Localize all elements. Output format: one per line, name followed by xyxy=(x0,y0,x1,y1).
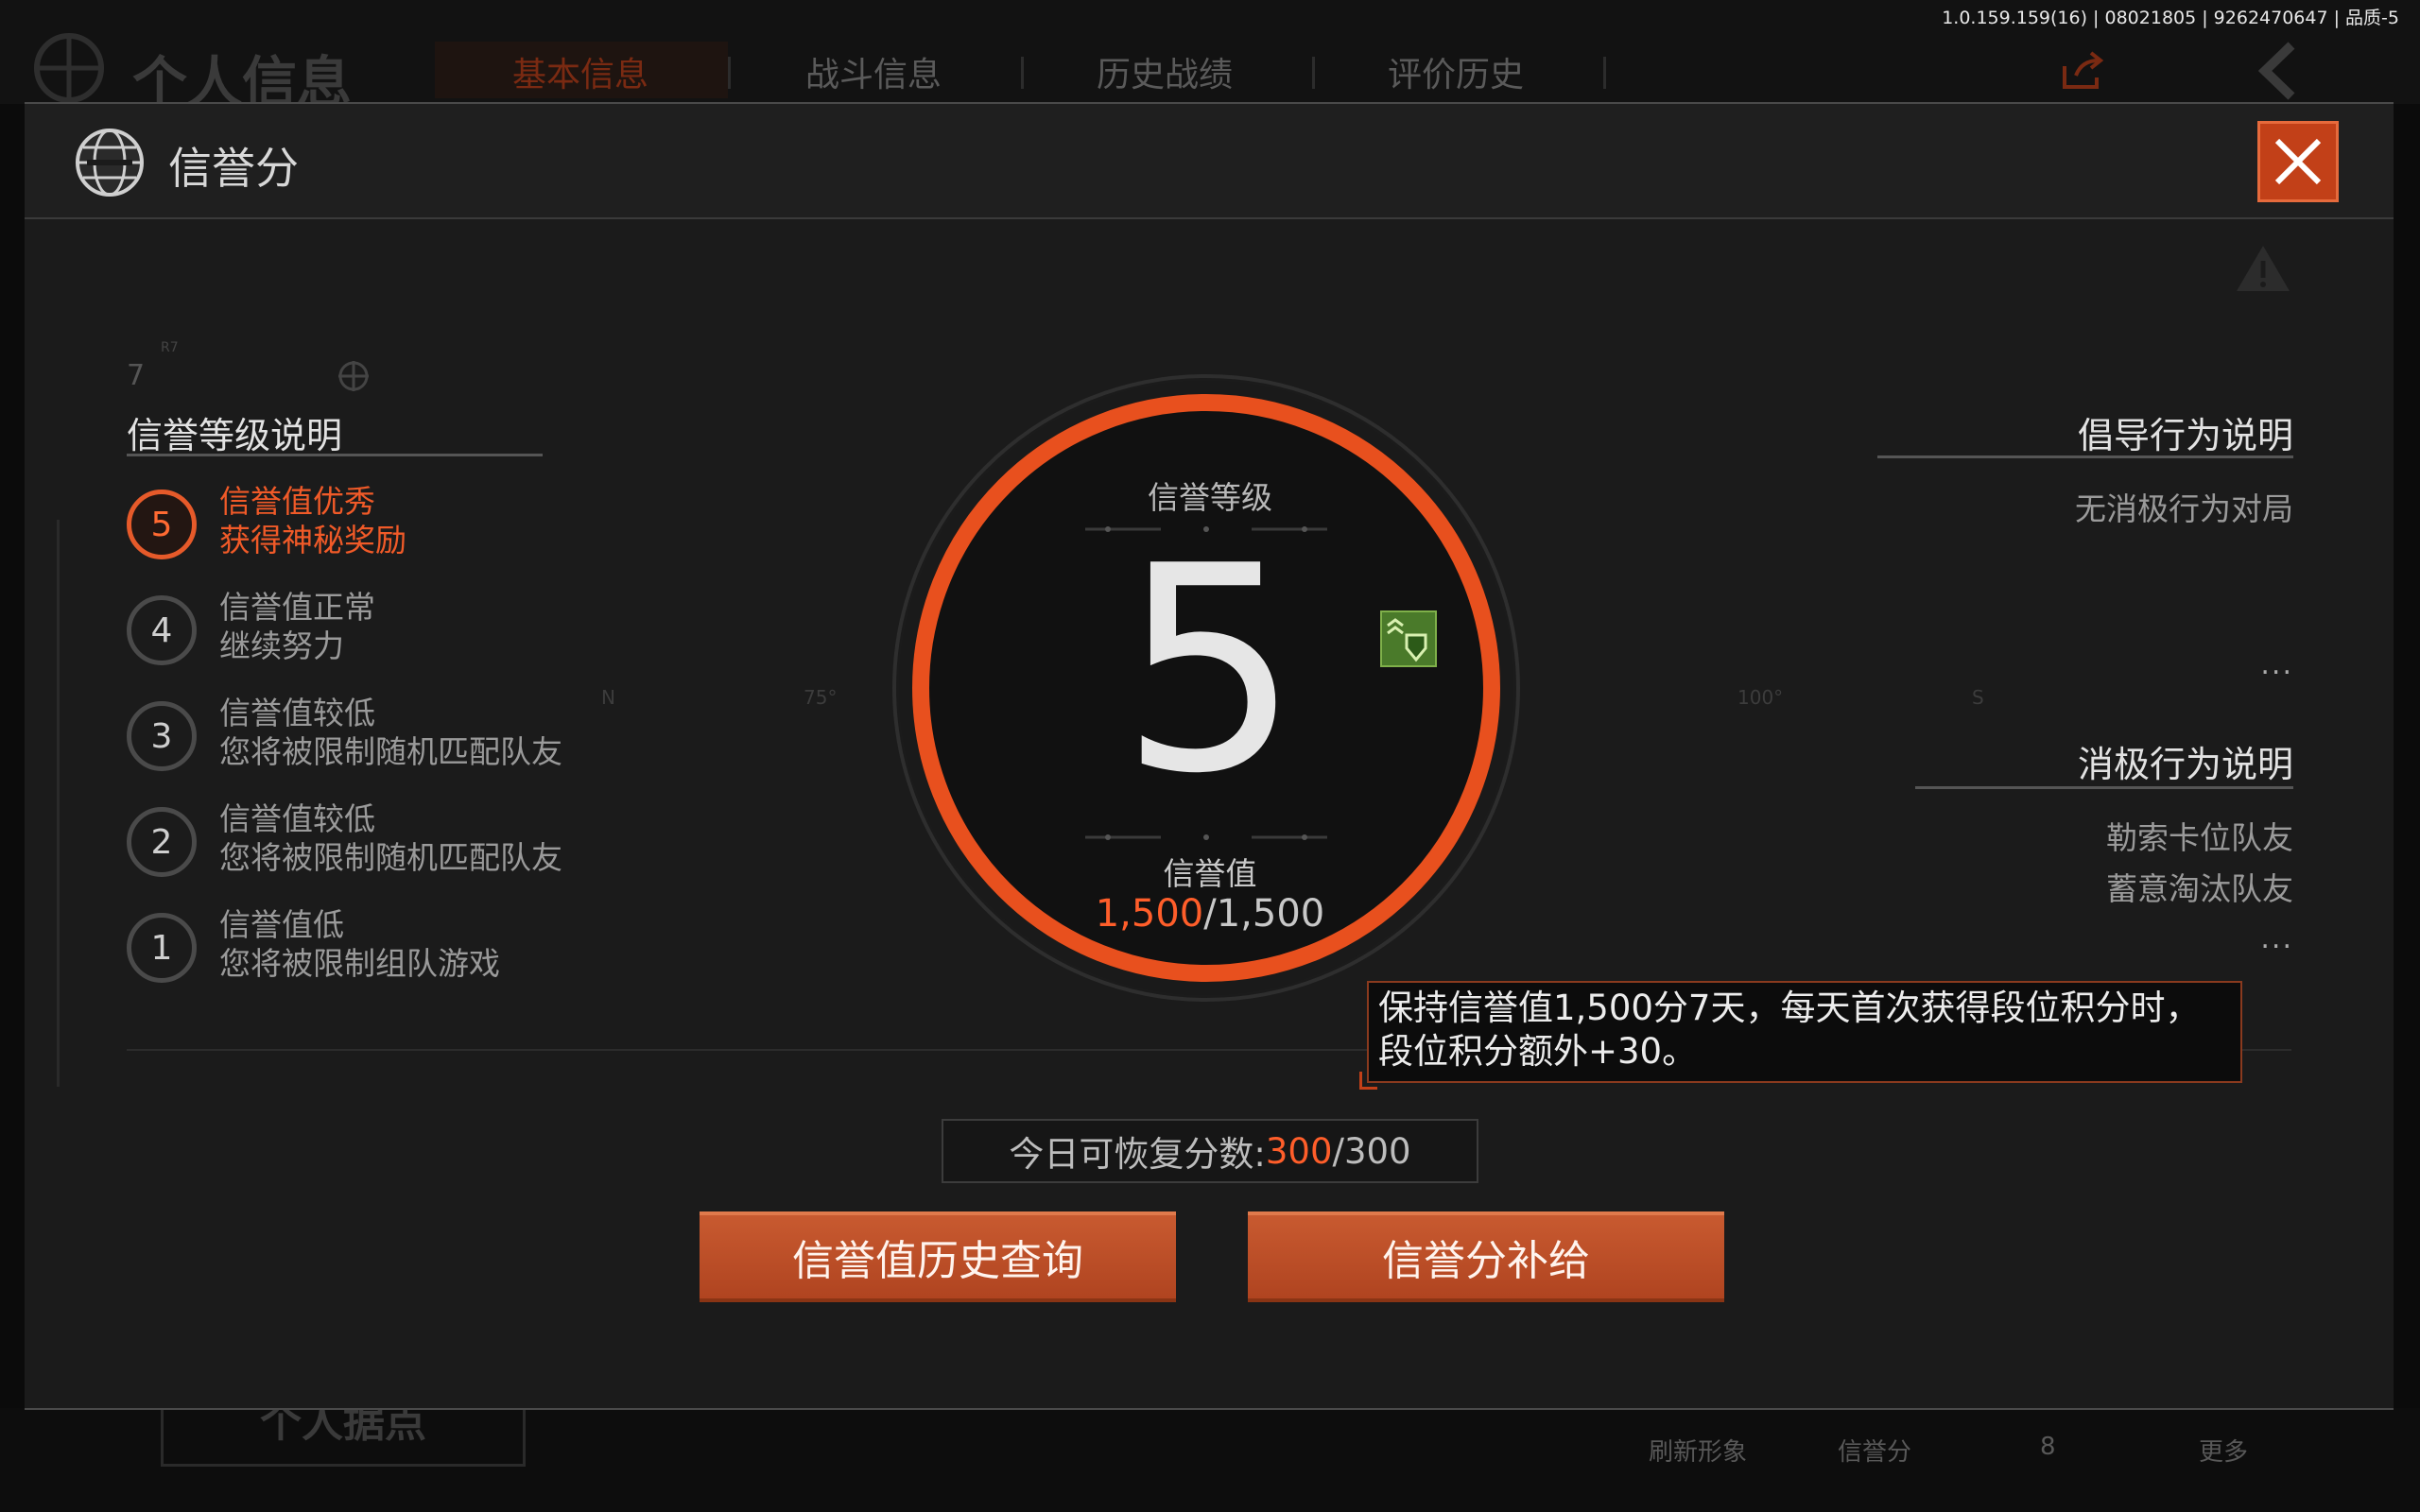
negative-item: 勒索卡位队友 xyxy=(2106,819,2293,856)
close-button[interactable] xyxy=(2257,121,2339,202)
level-line2: 继续努力 xyxy=(219,627,344,664)
tab-basic-info[interactable]: 基本信息 xyxy=(512,47,648,96)
deco-vertical-line xyxy=(57,520,60,1087)
reputation-score: 1,500/1,500 xyxy=(1021,892,1399,936)
level-item-2: 2 信誉值较低 您将被限制随机匹配队友 xyxy=(127,800,694,902)
level-line1: 信誉值正常 xyxy=(219,589,375,626)
tab-separator xyxy=(1021,57,1024,89)
level-description: 信誉值较低 您将被限制随机匹配队友 xyxy=(219,799,562,877)
shield-chevron-icon xyxy=(1387,618,1427,662)
level-line1: 信誉值优秀 xyxy=(219,483,375,520)
recovery-label: 今日可恢复分数: xyxy=(1009,1134,1266,1175)
tab-separator xyxy=(1312,57,1315,89)
score-current: 1,500 xyxy=(1095,892,1204,936)
daily-recovery-box: 今日可恢复分数: 300/300 xyxy=(942,1119,1478,1183)
score-max: /1,500 xyxy=(1203,892,1325,936)
warning-icon xyxy=(2237,246,2290,291)
level-line1: 信誉值较低 xyxy=(219,695,375,731)
encouraged-title-underline xyxy=(1877,455,2293,458)
recovery-current: 300 xyxy=(1265,1130,1333,1172)
level-description: 信誉值低 您将被限制组队游戏 xyxy=(219,905,500,983)
history-query-button[interactable]: 信誉值历史查询 xyxy=(700,1211,1176,1302)
share-icon[interactable] xyxy=(2059,49,2106,93)
encouraged-item: 无消极行为对局 xyxy=(2075,490,2293,527)
compass-tick: 75° xyxy=(804,686,838,709)
negative-item: 蓄意淘汰队友 xyxy=(2106,870,2293,907)
tab-separator xyxy=(1603,57,1606,89)
reward-tooltip: 保持信誉值1,500分7天，每天首次获得段位积分时，段位积分额外+30。 xyxy=(1367,981,2242,1083)
compass-tick: 100° xyxy=(1737,686,1784,709)
level-description: 信誉值较低 您将被限制随机匹配队友 xyxy=(219,694,562,771)
tab-separator xyxy=(728,57,731,89)
negative-title-underline xyxy=(1915,786,2293,789)
recovery-max: /300 xyxy=(1332,1130,1411,1172)
negative-behavior-title: 消极行为说明 xyxy=(2077,744,2293,785)
tab-review-history[interactable]: 评价历史 xyxy=(1388,47,1524,96)
encouraged-more-icon[interactable]: ... xyxy=(2260,648,2293,681)
level-line2: 您将被限制随机匹配队友 xyxy=(219,839,562,876)
level-item-3: 3 信誉值较低 您将被限制随机匹配队友 xyxy=(127,695,694,796)
bg-count-label[interactable]: 8 xyxy=(2040,1433,2056,1461)
compass-tick: S xyxy=(1972,686,1984,709)
level-description: 信誉值优秀 获得神秘奖励 xyxy=(219,482,406,559)
compass-tick: N xyxy=(601,686,615,709)
tab-history-record[interactable]: 历史战绩 xyxy=(1097,47,1233,96)
level-line2: 获得神秘奖励 xyxy=(219,522,406,558)
bg-globe-icon xyxy=(34,33,104,103)
level-description-title: 信誉等级说明 xyxy=(127,415,343,456)
back-icon[interactable] xyxy=(2250,38,2307,104)
reputation-score-label: 信誉值 xyxy=(1163,855,1257,892)
level-item-5: 5 信誉值优秀 获得神秘奖励 xyxy=(127,483,694,584)
negative-more-icon[interactable]: ... xyxy=(2260,922,2293,955)
level-title-underline xyxy=(127,454,543,456)
bg-more-label[interactable]: 更多 xyxy=(2199,1433,2248,1468)
level-badge: 5 xyxy=(127,490,197,559)
close-icon xyxy=(2274,138,2322,185)
globe-icon xyxy=(76,129,144,197)
rank-badge-icon[interactable] xyxy=(1380,610,1437,667)
level-item-4: 4 信誉值正常 继续努力 xyxy=(127,589,694,690)
level-badge: 4 xyxy=(127,595,197,665)
level-badge: 1 xyxy=(127,913,197,983)
deco-number: 7 xyxy=(127,359,146,392)
modal-title: 信誉分 xyxy=(168,143,299,194)
version-info: 1.0.159.159(16) | 08021805 | 9262470647 … xyxy=(1942,8,2399,28)
level-line2: 您将被限制组队游戏 xyxy=(219,945,500,982)
replenish-button[interactable]: 信誉分补给 xyxy=(1248,1211,1724,1302)
level-description: 信誉值正常 继续努力 xyxy=(219,588,375,665)
tooltip-corner-marker xyxy=(1359,1072,1377,1090)
reputation-level-value: 5 xyxy=(1119,506,1301,835)
level-line1: 信誉值较低 xyxy=(219,800,375,837)
level-item-1: 1 信誉值低 您将被限制组队游戏 xyxy=(127,906,694,1007)
bg-refresh-look-label[interactable]: 刷新形象 xyxy=(1649,1433,1747,1468)
level-line1: 信誉值低 xyxy=(219,906,344,943)
bg-reputation-label[interactable]: 信誉分 xyxy=(1838,1433,1911,1468)
crosshair-icon xyxy=(338,361,369,391)
tab-battle-info[interactable]: 战斗信息 xyxy=(805,47,942,96)
encouraged-behavior-title: 倡导行为说明 xyxy=(2077,415,2293,456)
level-badge: 2 xyxy=(127,807,197,877)
modal-header: 信誉分 xyxy=(25,104,2394,219)
level-badge: 3 xyxy=(127,701,197,771)
deco-small-label: R7 xyxy=(161,340,179,355)
level-line2: 您将被限制随机匹配队友 xyxy=(219,733,562,770)
